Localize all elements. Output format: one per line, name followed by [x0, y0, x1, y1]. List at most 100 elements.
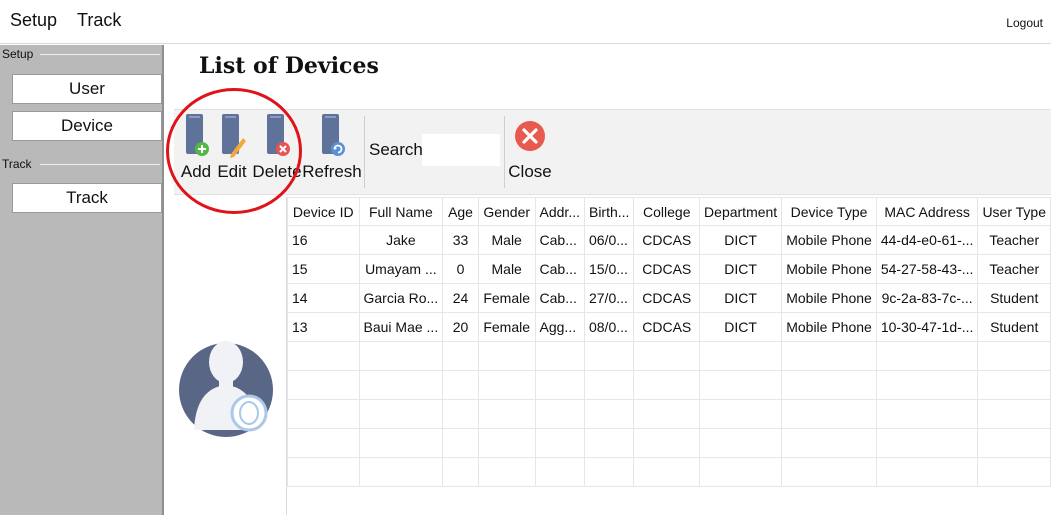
refresh-button[interactable]: Refresh — [302, 112, 362, 182]
column-header[interactable]: MAC Address — [875, 197, 979, 226]
close-button[interactable]: Close — [508, 112, 552, 182]
empty-cell — [699, 457, 783, 487]
table-cell[interactable]: CDCAS — [633, 254, 701, 284]
table-cell[interactable]: 08/0... — [583, 312, 635, 342]
empty-cell — [699, 341, 783, 371]
table-cell[interactable]: Cab... — [534, 225, 585, 255]
table-cell[interactable]: Jake — [358, 225, 444, 255]
add-button[interactable]: Add — [176, 112, 216, 182]
empty-cell — [534, 341, 585, 371]
table-cell[interactable]: 24 — [442, 283, 479, 313]
empty-cell — [633, 370, 701, 400]
table-cell[interactable]: 0 — [442, 254, 479, 284]
table-cell[interactable]: 44-d4-e0-61-... — [875, 225, 979, 255]
table-cell[interactable]: DICT — [699, 254, 783, 284]
table-cell[interactable]: DICT — [699, 225, 783, 255]
sidebar-item-device[interactable]: Device — [12, 111, 162, 141]
empty-cell — [358, 457, 444, 487]
page-title: List of Devices — [199, 53, 379, 79]
table-cell[interactable]: CDCAS — [633, 225, 701, 255]
sidebar: Setup User Device Track Track — [0, 45, 164, 515]
table-cell[interactable]: Baui Mae ... — [358, 312, 444, 342]
empty-cell — [442, 457, 479, 487]
table-cell[interactable]: Student — [977, 283, 1051, 313]
table-cell[interactable]: CDCAS — [633, 283, 701, 313]
table-cell[interactable]: Student — [977, 312, 1051, 342]
table-row[interactable]: 14 Garcia Ro... 24 Female Cab... 27/0... CDCAS… — [287, 283, 1051, 313]
table-cell[interactable]: Teacher — [977, 225, 1051, 255]
table-cell[interactable]: 14 — [287, 283, 360, 313]
column-header[interactable]: User Type — [977, 197, 1051, 226]
edit-button[interactable]: Edit — [212, 112, 252, 182]
column-header[interactable]: Addr... — [534, 197, 585, 226]
empty-cell — [358, 399, 444, 429]
table-cell[interactable]: DICT — [699, 312, 783, 342]
empty-cell — [442, 341, 479, 371]
empty-cell — [583, 457, 635, 487]
table-cell[interactable]: 10-30-47-1d-... — [875, 312, 979, 342]
sidebar-item-track[interactable]: Track — [12, 183, 162, 213]
table-cell[interactable]: Cab... — [534, 254, 585, 284]
table-row[interactable]: 16 Jake 33 Male Cab... 06/0... CDCAS DICT Mobile… — [287, 225, 1051, 255]
table-row[interactable]: 15 Umayam ... 0 Male Cab... 15/0... CDCAS DICT M… — [287, 254, 1051, 284]
table-cell[interactable]: 54-27-58-43-... — [875, 254, 979, 284]
user-avatar-icon — [179, 341, 273, 437]
sidebar-item-user[interactable]: User — [12, 74, 162, 104]
table-cell[interactable]: Female — [477, 283, 536, 313]
table-cell[interactable]: Agg... — [534, 312, 585, 342]
column-header[interactable]: Full Name — [358, 197, 444, 226]
column-header[interactable]: Age — [442, 197, 479, 226]
search-input[interactable] — [422, 134, 500, 166]
table-cell[interactable]: CDCAS — [633, 312, 701, 342]
table-cell[interactable]: 33 — [442, 225, 479, 255]
column-header[interactable]: Device Type — [781, 197, 877, 226]
table-cell[interactable]: Mobile Phone — [781, 225, 877, 255]
table-cell[interactable]: Cab... — [534, 283, 585, 313]
table-cell[interactable]: 16 — [287, 225, 360, 255]
table-cell[interactable]: 9c-2a-83-7c-... — [875, 283, 979, 313]
menu-track[interactable]: Track — [77, 10, 121, 31]
logout-link[interactable]: Logout — [1006, 16, 1043, 30]
table-cell[interactable]: Teacher — [977, 254, 1051, 284]
table-cell[interactable]: Mobile Phone — [781, 254, 877, 284]
group-divider — [40, 54, 160, 55]
refresh-label: Refresh — [302, 162, 362, 181]
empty-cell — [477, 457, 536, 487]
table-cell[interactable]: Mobile Phone — [781, 283, 877, 313]
empty-cell — [287, 457, 360, 487]
table-row[interactable]: 13 Baui Mae ... 20 Female Agg... 08/0... CDCAS… — [287, 312, 1051, 342]
table-header-row: Device ID Full Name Age Gender Addr... B… — [287, 197, 1051, 226]
column-header[interactable]: Department — [699, 197, 783, 226]
empty-cell — [442, 399, 479, 429]
column-header[interactable]: Device ID — [287, 197, 360, 226]
table-cell[interactable]: 20 — [442, 312, 479, 342]
empty-table-row — [287, 341, 1051, 371]
table-cell[interactable]: Female — [477, 312, 536, 342]
empty-cell — [583, 428, 635, 458]
table-cell[interactable]: Mobile Phone — [781, 312, 877, 342]
column-header[interactable]: Birth... — [583, 197, 635, 226]
empty-cell — [583, 341, 635, 371]
table-cell[interactable]: 27/0... — [583, 283, 635, 313]
table-cell[interactable]: DICT — [699, 283, 783, 313]
empty-cell — [583, 399, 635, 429]
table-cell[interactable]: Male — [477, 225, 536, 255]
close-label: Close — [508, 162, 552, 181]
column-header[interactable]: Gender — [477, 197, 536, 226]
table-cell[interactable]: Umayam ... — [358, 254, 444, 284]
empty-cell — [442, 428, 479, 458]
table-cell[interactable]: 15/0... — [583, 254, 635, 284]
empty-table-row — [287, 457, 1051, 487]
table-cell[interactable]: 06/0... — [583, 225, 635, 255]
empty-cell — [633, 457, 701, 487]
empty-cell — [781, 370, 877, 400]
menu-setup[interactable]: Setup — [10, 10, 57, 31]
empty-cell — [977, 428, 1051, 458]
table-cell[interactable]: Garcia Ro... — [358, 283, 444, 313]
devices-table[interactable]: Device ID Full Name Age Gender Addr... B… — [286, 197, 1051, 515]
table-cell[interactable]: 15 — [287, 254, 360, 284]
column-header[interactable]: College — [633, 197, 701, 226]
table-cell[interactable]: Male — [477, 254, 536, 284]
delete-button[interactable]: Delete — [252, 112, 302, 182]
table-cell[interactable]: 13 — [287, 312, 360, 342]
